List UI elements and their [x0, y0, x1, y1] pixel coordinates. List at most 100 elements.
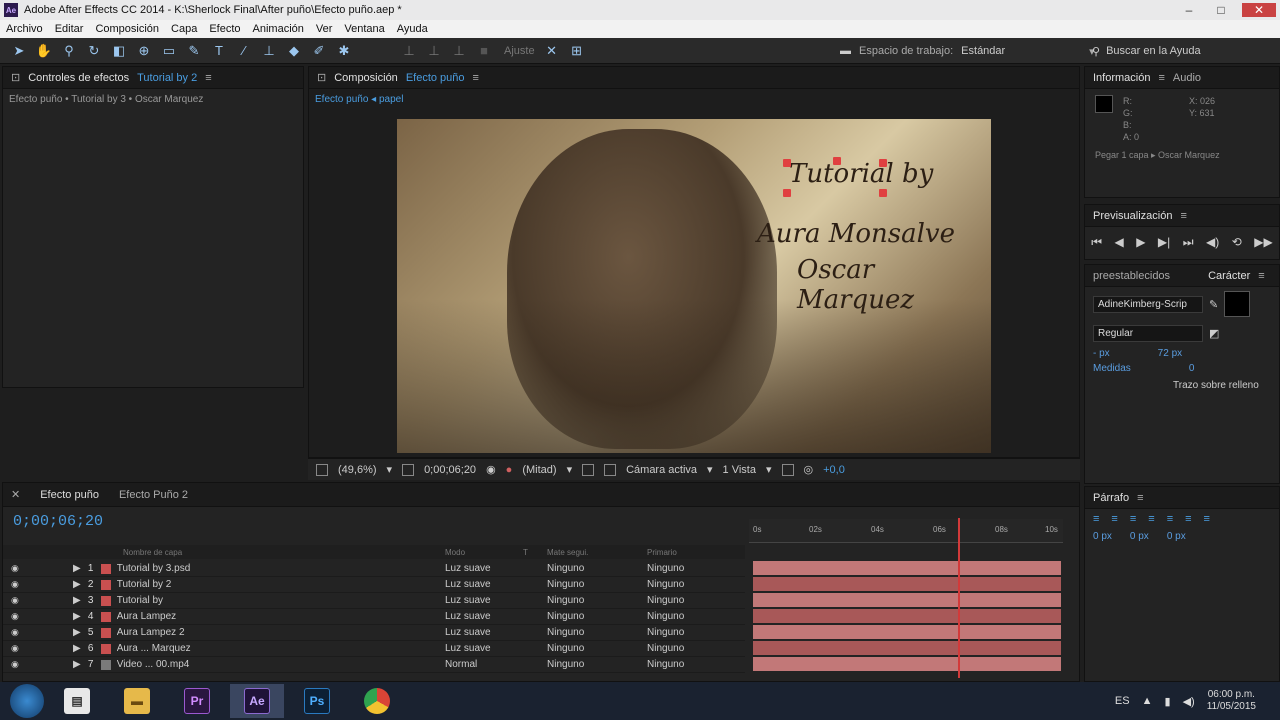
layer-track-matte[interactable]: Ninguno: [547, 643, 607, 654]
tray-arrow-icon[interactable]: ▲: [1142, 695, 1153, 707]
layer-parent[interactable]: Ninguno: [647, 643, 707, 654]
taskbar-chrome[interactable]: [350, 684, 404, 718]
layer-row[interactable]: ◉ ▶ 4 Aura Lampez Luz suave Ninguno Ning…: [3, 609, 745, 625]
menu-ventana[interactable]: Ventana: [338, 23, 390, 35]
layer-mode[interactable]: Luz suave: [445, 611, 515, 622]
expand-arrow-icon[interactable]: ▶: [73, 595, 81, 606]
views-layout-select[interactable]: 1 Vista: [723, 464, 756, 476]
menu-composicion[interactable]: Composición: [89, 23, 165, 35]
layer-track-matte[interactable]: Ninguno: [547, 627, 607, 638]
visibility-eye-icon[interactable]: ◉: [11, 563, 23, 574]
region-of-interest-icon[interactable]: [582, 463, 595, 476]
reset-exposure-icon[interactable]: ◎: [804, 463, 814, 476]
transform-handle[interactable]: [879, 159, 887, 167]
puppet-tool-icon[interactable]: ✱: [333, 40, 355, 62]
layer-track-matte[interactable]: Ninguno: [547, 659, 607, 670]
text-line-3[interactable]: Oscar Marquez: [797, 255, 991, 315]
network-icon[interactable]: ▮: [1165, 695, 1171, 708]
help-search[interactable]: ⚲ Buscar en la Ayuda: [1092, 38, 1201, 64]
layer-label-color[interactable]: [100, 611, 111, 622]
text-line-1[interactable]: Tutorial by: [789, 159, 933, 189]
transform-handle[interactable]: [783, 159, 791, 167]
panel-menu-icon[interactable]: ≡: [1137, 492, 1143, 504]
exposure-value[interactable]: +0,0: [823, 464, 845, 476]
menu-editar[interactable]: Editar: [49, 23, 90, 35]
visibility-eye-icon[interactable]: ◉: [11, 579, 23, 590]
first-frame-icon[interactable]: ⏮: [1091, 235, 1102, 250]
font-style-select[interactable]: Regular: [1093, 325, 1203, 342]
pan-behind-tool-icon[interactable]: ⊕: [133, 40, 155, 62]
selection-tool-icon[interactable]: ➤: [8, 40, 30, 62]
tab-info[interactable]: Información: [1093, 72, 1150, 84]
layer-mode[interactable]: Luz suave: [445, 595, 515, 606]
zoom-tool-icon[interactable]: ⚲: [58, 40, 80, 62]
transform-handle[interactable]: [879, 189, 887, 197]
start-button[interactable]: [10, 684, 44, 718]
rectangle-tool-icon[interactable]: ▭: [158, 40, 180, 62]
brush-tool-icon[interactable]: ⁄: [233, 40, 255, 62]
tab-audio[interactable]: Audio: [1173, 72, 1201, 84]
axis-world-icon[interactable]: ⊥: [423, 40, 445, 62]
always-preview-icon[interactable]: [316, 463, 328, 476]
layer-parent[interactable]: Ninguno: [647, 627, 707, 638]
layer-row[interactable]: ◉ ▶ 7 Video ... 00.mp4 Normal Ninguno Ni…: [3, 657, 745, 673]
menu-animacion[interactable]: Animación: [247, 23, 310, 35]
layer-label-color[interactable]: [100, 659, 111, 670]
layer-bar[interactable]: [753, 641, 1061, 655]
tab-timeline-2[interactable]: Efecto Puño 2: [119, 489, 188, 501]
menu-ver[interactable]: Ver: [310, 23, 339, 35]
layer-mode[interactable]: Luz suave: [445, 563, 515, 574]
taskbar-premiere[interactable]: Pr: [170, 684, 224, 718]
tab-character[interactable]: Carácter: [1208, 270, 1250, 282]
tab-composition[interactable]: Composición: [334, 72, 398, 84]
transform-handle[interactable]: [833, 157, 841, 165]
clone-stamp-tool-icon[interactable]: ⊥: [258, 40, 280, 62]
tab-paragraph[interactable]: Párrafo: [1093, 492, 1129, 504]
text-line-2[interactable]: Aura Monsalve: [757, 219, 955, 249]
layer-bar[interactable]: [753, 593, 1061, 607]
justify-all-icon[interactable]: ≡: [1204, 513, 1210, 525]
layer-parent[interactable]: Ninguno: [647, 563, 707, 574]
panel-menu-icon[interactable]: ≡: [205, 72, 211, 84]
justify-left-icon[interactable]: ≡: [1148, 513, 1154, 525]
eraser-tool-icon[interactable]: ◆: [283, 40, 305, 62]
layer-name[interactable]: Aura ... Marquez: [117, 643, 227, 654]
tab-timeline-1[interactable]: Efecto puño: [40, 489, 99, 501]
layer-row[interactable]: ◉ ▶ 3 Tutorial by Luz suave Ninguno Ning…: [3, 593, 745, 609]
composition-viewer[interactable]: Tutorial by Aura Monsalve Oscar Marquez: [397, 119, 991, 453]
transform-handle[interactable]: [783, 189, 791, 197]
layer-bar[interactable]: [753, 561, 1061, 575]
leading-value[interactable]: 72 px: [1158, 348, 1182, 359]
text-tool-icon[interactable]: T: [208, 40, 230, 62]
expand-arrow-icon[interactable]: ▶: [73, 563, 81, 574]
layer-row[interactable]: ◉ ▶ 1 Tutorial by 3.psd Luz suave Ningun…: [3, 561, 745, 577]
layer-name[interactable]: Tutorial by 2: [117, 579, 227, 590]
expand-arrow-icon[interactable]: ▶: [73, 627, 81, 638]
taskbar-after-effects[interactable]: Ae: [230, 684, 284, 718]
layer-label-color[interactable]: [100, 643, 111, 654]
roto-brush-tool-icon[interactable]: ✐: [308, 40, 330, 62]
pen-tool-icon[interactable]: ✎: [183, 40, 205, 62]
hand-tool-icon[interactable]: ✋: [33, 40, 55, 62]
fill-color-swatch[interactable]: [1224, 291, 1251, 317]
previous-frame-icon[interactable]: ◀: [1115, 235, 1124, 249]
justify-right-icon[interactable]: ≡: [1185, 513, 1191, 525]
magnification-select[interactable]: (49,6%): [338, 464, 377, 476]
layer-bar[interactable]: [753, 609, 1061, 623]
layer-name[interactable]: Tutorial by: [117, 595, 227, 606]
safe-zones-icon[interactable]: [402, 463, 415, 476]
resolution-select[interactable]: (Mitad): [522, 464, 556, 476]
panel-menu-icon[interactable]: ≡: [1258, 270, 1264, 282]
eyedropper-icon[interactable]: ✎: [1209, 298, 1218, 311]
layer-label-color[interactable]: [100, 579, 111, 590]
expand-arrow-icon[interactable]: ▶: [73, 643, 81, 654]
next-frame-icon[interactable]: ▶|: [1158, 235, 1170, 249]
snap-edge-icon[interactable]: ⊞: [566, 40, 588, 62]
axis-view-icon[interactable]: ⊥: [448, 40, 470, 62]
pixel-aspect-icon[interactable]: [781, 463, 794, 476]
layer-row[interactable]: ◉ ▶ 2 Tutorial by 2 Luz suave Ninguno Ni…: [3, 577, 745, 593]
timeline-timecode[interactable]: 0;00;06;20: [13, 513, 103, 530]
ram-preview-icon[interactable]: ▶▶: [1254, 235, 1272, 249]
menu-efecto[interactable]: Efecto: [203, 23, 246, 35]
layer-track-matte[interactable]: Ninguno: [547, 563, 607, 574]
